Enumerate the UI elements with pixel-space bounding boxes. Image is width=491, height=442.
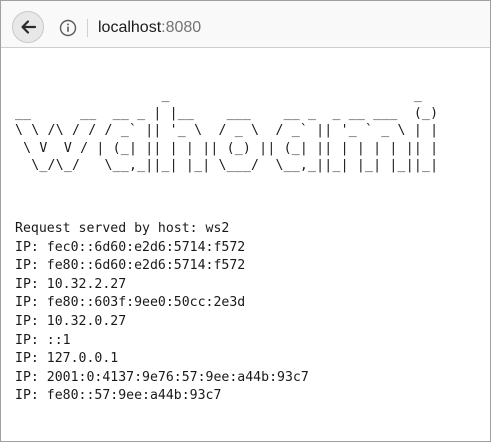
address-bar[interactable]: localhost:8080 (53, 14, 480, 42)
ip-line: IP: fe80::57:9ee:a44b:93c7 (15, 388, 222, 404)
ip-line: IP: 10.32.2.27 (15, 276, 127, 292)
ip-line: IP: 10.32.0.27 (15, 313, 127, 329)
ip-line: IP: fe80::603f:9ee0:50cc:2e3d (15, 295, 246, 311)
ip-line: IP: fec0::6d60:e2d6:5714:f572 (15, 239, 246, 255)
browser-window: localhost:8080 _ _ __ __ __ _ | |__ ___ … (0, 0, 491, 442)
page-content: _ _ __ __ __ _ | |__ ___ __ _ _ __ ___ (… (15, 87, 438, 175)
ip-line: IP: ::1 (15, 332, 71, 348)
url-port: :8080 (161, 19, 202, 36)
response-info: Request served by host: ws2 IP: fec0::6d… (15, 220, 309, 406)
info-circle-icon[interactable] (57, 17, 79, 39)
ascii-banner: _ _ __ __ __ _ | |__ ___ __ _ _ __ ___ (… (15, 88, 439, 173)
back-button[interactable] (12, 11, 44, 43)
address-bar-divider (87, 19, 88, 37)
url-text[interactable]: localhost:8080 (98, 19, 201, 37)
ip-line: IP: 2001:0:4137:9e76:57:9ee:a44b:93c7 (15, 369, 309, 385)
url-host: localhost (98, 19, 162, 36)
ip-line: IP: fe80::6d60:e2d6:5714:f572 (15, 258, 246, 274)
ip-line: IP: 127.0.0.1 (15, 351, 119, 367)
browser-toolbar: localhost:8080 (1, 1, 490, 48)
arrow-left-icon (21, 20, 37, 34)
served-by-line: Request served by host: ws2 (15, 221, 230, 236)
